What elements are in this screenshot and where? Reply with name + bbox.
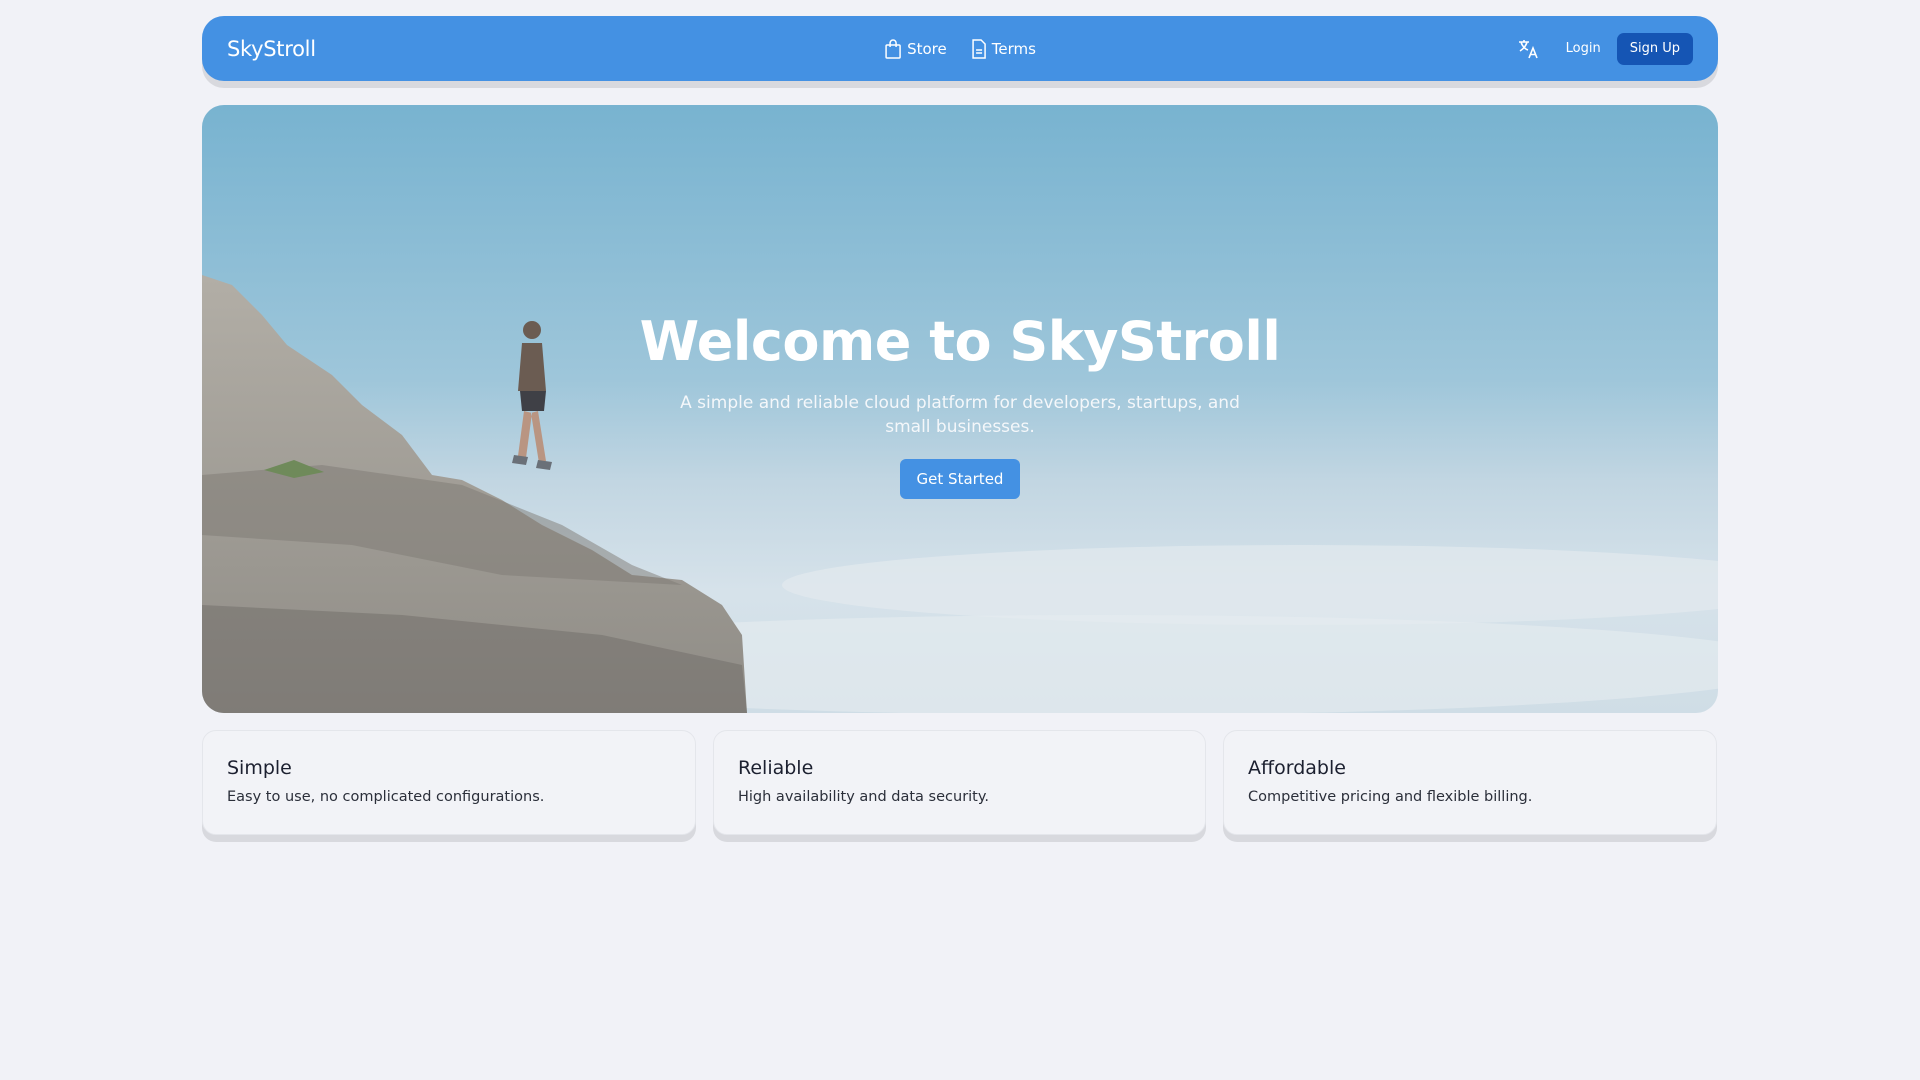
signup-button[interactable]: Sign Up bbox=[1616, 32, 1693, 65]
shopping-bag-icon bbox=[885, 38, 901, 59]
feature-card-affordable: Affordable Competitive pricing and flexi… bbox=[1223, 730, 1717, 835]
feature-text: Easy to use, no complicated configuratio… bbox=[227, 789, 545, 805]
navbar: SkyStroll Store Terms Login Sign Up bbox=[202, 16, 1718, 81]
hero-banner: Welcome to SkyStroll A simple and reliab… bbox=[202, 105, 1718, 713]
translate-icon[interactable] bbox=[1516, 37, 1540, 61]
nav-links: Store Terms bbox=[884, 38, 1036, 59]
document-icon bbox=[971, 38, 986, 59]
feature-title: Affordable bbox=[1248, 757, 1346, 779]
nav-link-store[interactable]: Store bbox=[884, 38, 947, 59]
feature-title: Reliable bbox=[738, 757, 814, 779]
get-started-button[interactable]: Get Started bbox=[899, 459, 1021, 499]
feature-text: Competitive pricing and flexible billing… bbox=[1248, 789, 1533, 805]
nav-link-terms[interactable]: Terms bbox=[971, 38, 1036, 59]
feature-card-simple: Simple Easy to use, no complicated confi… bbox=[202, 730, 696, 835]
hero-subtitle: A simple and reliable cloud platform for… bbox=[680, 393, 1240, 437]
brand-logo[interactable]: SkyStroll bbox=[227, 37, 316, 61]
login-button[interactable]: Login bbox=[1566, 41, 1601, 56]
feature-title: Simple bbox=[227, 757, 292, 779]
feature-text: High availability and data security. bbox=[738, 789, 989, 805]
feature-card-reliable: Reliable High availability and data secu… bbox=[713, 730, 1206, 835]
hero-title: Welcome to SkyStroll bbox=[639, 310, 1281, 373]
